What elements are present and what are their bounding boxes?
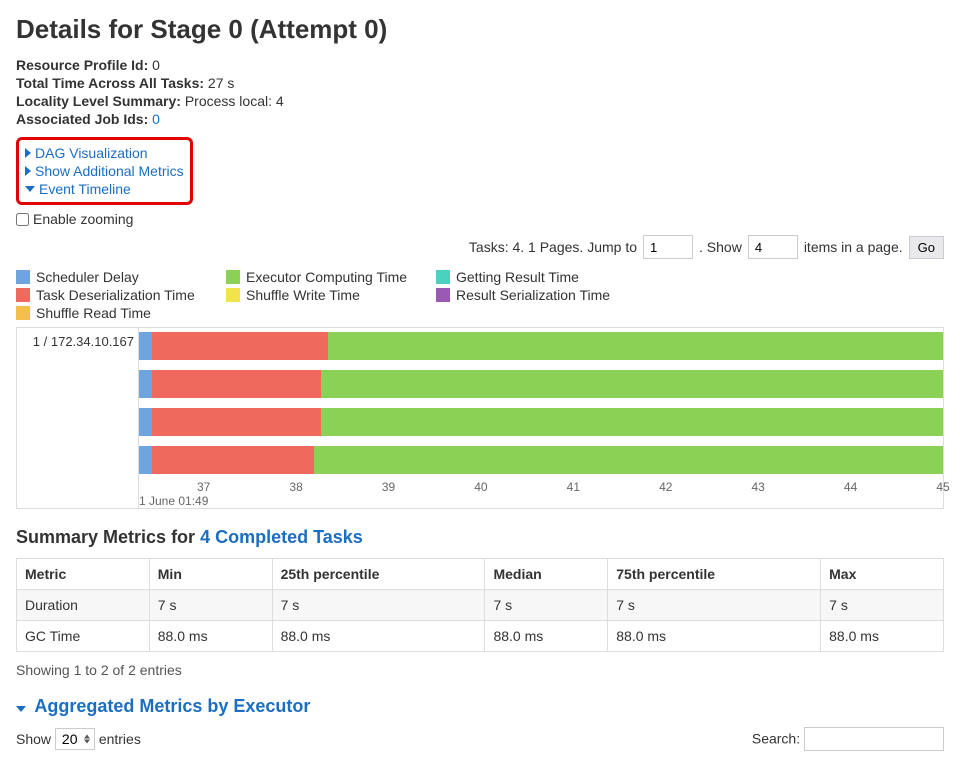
page-number-input[interactable]: [643, 235, 693, 259]
legend-item: Task Deserialization Time: [16, 287, 216, 303]
legend-swatch: [16, 288, 30, 302]
page-size-select[interactable]: 20: [55, 728, 95, 750]
summary-showing-text: Showing 1 to 2 of 2 entries: [16, 662, 944, 678]
table-row: Duration7 s7 s7 s7 s7 s: [17, 590, 944, 621]
timeline-bar: [139, 408, 943, 436]
timeline-legend: Scheduler Delay Executor Computing Time Ge…: [16, 269, 944, 321]
timeline-segment: [139, 408, 152, 436]
summary-metrics-table: MetricMin25th percentileMedian75th perce…: [16, 558, 944, 652]
meta-total-time: Total Time Across All Tasks: 27 s: [16, 75, 944, 91]
timeline-chart: 1 / 172.34.10.167 373839404142434445 1 J…: [16, 327, 944, 509]
dag-visualization-toggle[interactable]: DAG Visualization: [25, 144, 184, 162]
meta-resource-profile: Resource Profile Id: 0: [16, 57, 944, 73]
legend-swatch: [436, 288, 450, 302]
timeline-segment: [152, 408, 321, 436]
caret-down-icon: [16, 706, 26, 712]
event-timeline-toggle[interactable]: Event Timeline: [25, 180, 184, 198]
caret-right-icon: [25, 148, 31, 158]
table-header: 75th percentile: [608, 559, 821, 590]
legend-item: Executor Computing Time: [226, 269, 426, 285]
table-header: Min: [149, 559, 272, 590]
meta-associated-jobs: Associated Job Ids: 0: [16, 111, 944, 127]
timeline-segment: [152, 370, 321, 398]
timeline-bar: [139, 370, 943, 398]
timeline-segment: [321, 370, 943, 398]
legend-item: Getting Result Time: [436, 269, 636, 285]
legend-swatch: [436, 270, 450, 284]
timeline-segment: [314, 446, 943, 474]
table-row: GC Time88.0 ms88.0 ms88.0 ms88.0 ms88.0 …: [17, 621, 944, 652]
legend-swatch: [16, 270, 30, 284]
enable-zoom-row: Enable zooming: [16, 211, 944, 227]
go-button[interactable]: Go: [909, 236, 944, 259]
timeline-host-label: 1 / 172.34.10.167: [17, 328, 139, 508]
timeline-segment: [139, 370, 152, 398]
timeline-segment: [152, 446, 314, 474]
timeline-bar: [139, 446, 943, 474]
datatable-controls: Show 20 entries Search:: [16, 727, 944, 751]
timeline-segment: [328, 332, 943, 360]
legend-item: Shuffle Read Time: [16, 305, 216, 321]
legend-item: Result Serialization Time: [436, 287, 636, 303]
timeline-segment: [139, 332, 152, 360]
caret-down-icon: [25, 186, 35, 192]
table-header: Median: [485, 559, 608, 590]
timeline-date-label: 1 June 01:49: [139, 494, 208, 508]
aggregated-metrics-heading[interactable]: Aggregated Metrics by Executor: [16, 696, 944, 717]
legend-item: Scheduler Delay: [16, 269, 216, 285]
enable-zoom-label: Enable zooming: [33, 211, 133, 227]
meta-locality: Locality Level Summary: Process local: 4: [16, 93, 944, 109]
legend-swatch: [16, 306, 30, 320]
timeline-segment: [152, 332, 328, 360]
table-header: 25th percentile: [272, 559, 485, 590]
task-pager: Tasks: 4. 1 Pages. Jump to . Show items …: [16, 235, 944, 259]
summary-metrics-heading: Summary Metrics for 4 Completed Tasks: [16, 527, 944, 548]
job-id-link[interactable]: 0: [152, 111, 160, 127]
legend-swatch: [226, 288, 240, 302]
expand-section-box: DAG Visualization Show Additional Metric…: [16, 137, 193, 205]
enable-zoom-checkbox[interactable]: [16, 213, 29, 226]
additional-metrics-toggle[interactable]: Show Additional Metrics: [25, 162, 184, 180]
legend-item: Shuffle Write Time: [226, 287, 426, 303]
completed-tasks-link[interactable]: 4 Completed Tasks: [200, 527, 363, 547]
table-header: Metric: [17, 559, 150, 590]
search-input[interactable]: [804, 727, 944, 751]
timeline-bar: [139, 332, 943, 360]
timeline-segment: [321, 408, 943, 436]
page-title: Details for Stage 0 (Attempt 0): [16, 14, 944, 45]
table-header: Max: [821, 559, 944, 590]
caret-right-icon: [25, 166, 31, 176]
legend-swatch: [226, 270, 240, 284]
timeline-segment: [139, 446, 152, 474]
items-per-page-input[interactable]: [748, 235, 798, 259]
